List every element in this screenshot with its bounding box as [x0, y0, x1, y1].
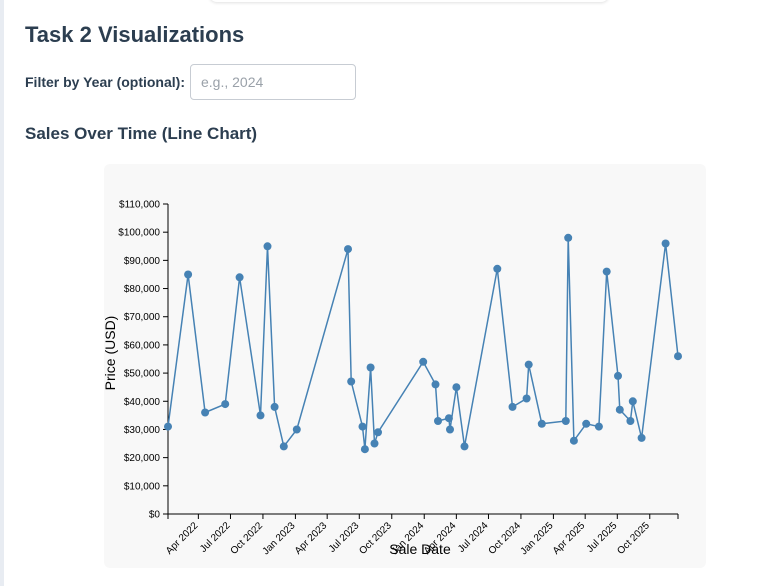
- data-point[interactable]: [184, 270, 193, 279]
- data-point[interactable]: [564, 233, 573, 242]
- data-point[interactable]: [537, 419, 546, 428]
- data-point[interactable]: [358, 422, 367, 431]
- x-tick-label: Jul 2024: [456, 520, 491, 555]
- y-tick-label: $0: [149, 510, 161, 521]
- data-point[interactable]: [419, 357, 428, 366]
- data-point[interactable]: [446, 425, 454, 434]
- series-line: [167, 237, 679, 450]
- y-axis-label: Price (USD): [104, 316, 118, 391]
- data-point[interactable]: [493, 264, 502, 273]
- data-point[interactable]: [674, 352, 682, 361]
- year-filter-label: Filter by Year (optional):: [25, 74, 185, 90]
- x-tick-label: Apr 2023: [293, 520, 330, 557]
- page-title: Task 2 Visualizations: [25, 22, 245, 47]
- data-point[interactable]: [569, 436, 578, 445]
- data-point[interactable]: [263, 242, 272, 251]
- data-point[interactable]: [460, 442, 469, 451]
- data-point[interactable]: [626, 417, 635, 425]
- data-point[interactable]: [164, 422, 172, 431]
- year-filter-input[interactable]: [190, 64, 356, 100]
- data-point[interactable]: [270, 402, 279, 411]
- data-point[interactable]: [628, 397, 637, 406]
- data-point[interactable]: [661, 239, 670, 248]
- x-tick-label: Oct 2022: [229, 520, 266, 557]
- data-point[interactable]: [614, 371, 622, 380]
- data-point[interactable]: [602, 267, 611, 276]
- top-card-edge: [209, 0, 609, 2]
- sales-line-chart: $0 $10,000 $20,000 $30,000 $40,000 $50,000 $60…: [102, 200, 682, 557]
- data-point[interactable]: [292, 425, 301, 434]
- data-point[interactable]: [615, 405, 624, 414]
- data-point[interactable]: [344, 245, 352, 254]
- x-tick-label: Jul 2023: [327, 520, 362, 555]
- data-point[interactable]: [201, 408, 210, 417]
- data-point[interactable]: [366, 363, 375, 372]
- data-point[interactable]: [279, 442, 288, 451]
- data-point[interactable]: [434, 417, 442, 425]
- y-tick-label: $30,000: [124, 425, 161, 436]
- y-axis: $0 $10,000 $20,000 $30,000 $40,000 $50,000 $60…: [118, 200, 169, 521]
- data-point[interactable]: [594, 422, 603, 431]
- data-point[interactable]: [522, 394, 531, 403]
- data-point[interactable]: [235, 273, 244, 282]
- x-tick-label: Jul 2022: [198, 520, 233, 555]
- y-tick-label: $80,000: [124, 284, 161, 295]
- visualization-card: Task 2 Visualizations Filter by Year (op…: [4, 0, 757, 586]
- y-tick-label: $70,000: [124, 312, 161, 323]
- x-tick-label: Jan 2025: [519, 520, 556, 557]
- data-point[interactable]: [444, 414, 453, 423]
- year-filter: Filter by Year (optional):: [25, 63, 356, 101]
- y-tick-label: $90,000: [124, 256, 161, 267]
- data-point[interactable]: [452, 383, 461, 392]
- y-tick-label: $110,000: [119, 200, 160, 211]
- x-tick-label: Jan 2023: [261, 520, 298, 557]
- data-point[interactable]: [370, 439, 379, 448]
- x-tick-label: Jul 2025: [585, 520, 620, 555]
- y-tick-label: $50,000: [124, 369, 161, 380]
- y-tick-label: $20,000: [124, 453, 161, 464]
- data-point[interactable]: [561, 417, 570, 425]
- data-point[interactable]: [524, 360, 533, 369]
- data-point[interactable]: [374, 428, 382, 437]
- data-point[interactable]: [582, 419, 591, 428]
- y-tick-label: $40,000: [124, 397, 161, 408]
- x-tick-label: Oct 2025: [615, 520, 652, 557]
- data-point[interactable]: [637, 433, 646, 442]
- x-tick-label: Apr 2022: [164, 520, 201, 557]
- x-tick-label: Oct 2024: [487, 520, 524, 557]
- y-tick-label: $10,000: [124, 481, 161, 492]
- data-points: [164, 233, 682, 454]
- data-point[interactable]: [256, 411, 265, 420]
- data-point[interactable]: [508, 402, 517, 411]
- data-point[interactable]: [347, 377, 356, 386]
- data-point[interactable]: [360, 445, 369, 454]
- y-tick-label: $100,000: [118, 228, 160, 239]
- chart-heading: Sales Over Time (Line Chart): [25, 124, 258, 143]
- data-point[interactable]: [221, 400, 230, 409]
- line-chart-container: $0 $10,000 $20,000 $30,000 $40,000 $50,000 $60…: [102, 164, 706, 568]
- y-tick-label: $60,000: [124, 340, 161, 351]
- x-axis-label: Sale Date: [389, 541, 451, 557]
- x-tick-label: Apr 2025: [551, 520, 588, 557]
- data-point[interactable]: [431, 380, 440, 389]
